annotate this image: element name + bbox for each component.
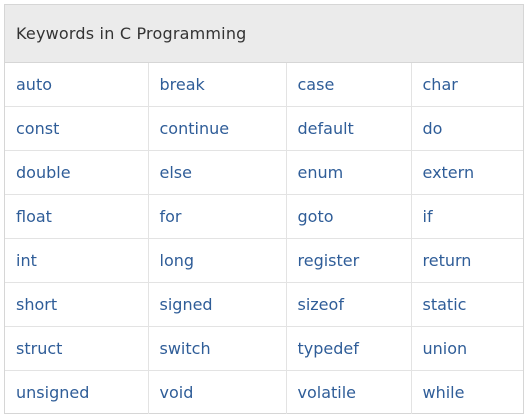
keyword-cell: sizeof — [286, 282, 412, 327]
keyword-cell: void — [148, 370, 287, 414]
table-row: float for goto if — [5, 194, 523, 239]
table-row: double else enum extern — [5, 150, 523, 195]
keyword-cell: do — [411, 106, 523, 151]
table-row: short signed sizeof static — [5, 282, 523, 327]
keyword-cell: for — [148, 194, 287, 239]
keyword-cell: auto — [5, 63, 149, 107]
keyword-cell: short — [5, 282, 149, 327]
keyword-cell: goto — [286, 194, 412, 239]
keyword-cell: const — [5, 106, 149, 151]
keyword-cell: union — [411, 326, 523, 371]
keyword-cell: char — [411, 63, 523, 107]
keyword-cell: default — [286, 106, 412, 151]
table-row: int long register return — [5, 238, 523, 283]
keyword-cell: enum — [286, 150, 412, 195]
keyword-cell: typedef — [286, 326, 412, 371]
keyword-cell: case — [286, 63, 412, 107]
table-row: unsigned void volatile while — [5, 370, 523, 414]
table-row: const continue default do — [5, 106, 523, 151]
table-title: Keywords in C Programming — [5, 5, 523, 63]
keyword-cell: unsigned — [5, 370, 149, 414]
table-row: auto break case char — [5, 63, 523, 107]
keywords-table-panel: Keywords in C Programming auto break case c… — [4, 4, 524, 414]
keyword-cell: int — [5, 238, 149, 283]
keyword-cell: signed — [148, 282, 287, 327]
keyword-cell: continue — [148, 106, 287, 151]
keyword-cell: switch — [148, 326, 287, 371]
keyword-cell: if — [411, 194, 523, 239]
keyword-cell: struct — [5, 326, 149, 371]
keyword-cell: register — [286, 238, 412, 283]
keyword-cell: volatile — [286, 370, 412, 414]
keyword-cell: break — [148, 63, 287, 107]
keyword-cell: else — [148, 150, 287, 195]
keyword-cell: float — [5, 194, 149, 239]
keyword-cell: extern — [411, 150, 523, 195]
keyword-cell: while — [422, 383, 465, 402]
keyword-cell: static — [411, 282, 523, 327]
keywords-table: auto break case char const continue default do d… — [5, 63, 523, 414]
keyword-cell: double — [5, 150, 149, 195]
keyword-cell: long — [148, 238, 287, 283]
keywords-table-body: auto break case char const continue default do d… — [5, 63, 523, 414]
keyword-cell: return — [411, 238, 523, 283]
table-row: struct switch typedef union — [5, 326, 523, 371]
